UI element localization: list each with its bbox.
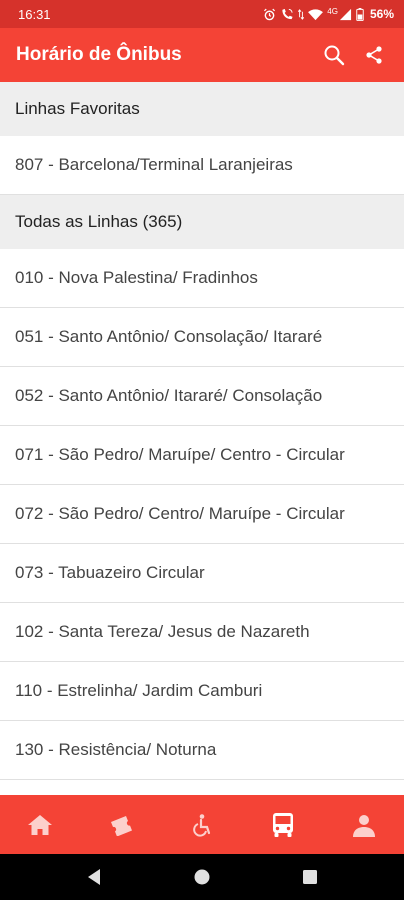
nav-home[interactable] bbox=[10, 795, 70, 854]
status-bar: 16:31 4G 56% bbox=[0, 0, 404, 28]
signal-icon bbox=[339, 8, 352, 20]
wifi-icon bbox=[308, 8, 324, 20]
nav-accessibility[interactable] bbox=[172, 795, 232, 854]
home-circle-icon bbox=[194, 869, 210, 885]
back-button[interactable] bbox=[79, 862, 109, 892]
bus-icon bbox=[272, 812, 293, 837]
line-item[interactable]: 071 - São Pedro/ Maruípe/ Centro - Circu… bbox=[0, 426, 404, 485]
recents-button[interactable] bbox=[295, 862, 325, 892]
line-item[interactable]: 051 - Santo Antônio/ Consolação/ Itararé bbox=[0, 308, 404, 367]
alarm-icon bbox=[264, 8, 276, 20]
person-icon bbox=[352, 814, 375, 837]
line-item[interactable]: 110 - Estrelinha/ Jardim Camburi bbox=[0, 662, 404, 721]
status-time: 16:31 bbox=[18, 6, 51, 22]
app-bar: Horário de Ônibus bbox=[0, 28, 404, 82]
system-navigation-bar bbox=[0, 854, 404, 900]
all-lines-header: Todas as Linhas (365) bbox=[0, 195, 404, 249]
ticket-icon bbox=[111, 815, 133, 836]
nav-bus[interactable] bbox=[253, 795, 313, 854]
line-item[interactable]: 102 - Santa Tereza/ Jesus de Nazareth bbox=[0, 603, 404, 662]
line-item[interactable]: 073 - Tabuazeiro Circular bbox=[0, 544, 404, 603]
battery-icon bbox=[356, 7, 364, 21]
share-icon bbox=[366, 46, 382, 64]
app-title: Horário de Ônibus bbox=[16, 44, 182, 65]
recents-icon bbox=[303, 870, 317, 884]
bottom-navigation bbox=[0, 795, 404, 854]
share-button[interactable] bbox=[354, 35, 394, 75]
battery-level: 56% bbox=[369, 7, 394, 21]
back-icon bbox=[88, 869, 100, 885]
nav-tickets[interactable] bbox=[91, 795, 151, 854]
accessibility-icon bbox=[193, 813, 211, 837]
data-arrows-icon bbox=[298, 8, 305, 20]
line-item[interactable]: 052 - Santo Antônio/ Itararé/ Consolação bbox=[0, 367, 404, 426]
network-type: 4G bbox=[327, 6, 338, 16]
search-button[interactable] bbox=[314, 35, 354, 75]
lines-list[interactable]: Linhas Favoritas 807 - Barcelona/Termina… bbox=[0, 82, 404, 795]
search-icon bbox=[324, 45, 345, 66]
line-item[interactable]: 130 - Resistência/ Noturna bbox=[0, 721, 404, 780]
home-icon bbox=[28, 814, 53, 835]
line-item[interactable]: 010 - Nova Palestina/ Fradinhos bbox=[0, 249, 404, 308]
home-button[interactable] bbox=[187, 862, 217, 892]
nav-profile[interactable] bbox=[334, 795, 394, 854]
wifi-calling-icon bbox=[282, 8, 293, 19]
favorites-header: Linhas Favoritas bbox=[0, 82, 404, 136]
status-icons: 4G 56% bbox=[263, 7, 394, 22]
line-item[interactable]: 072 - São Pedro/ Centro/ Maruípe - Circu… bbox=[0, 485, 404, 544]
favorite-line-item[interactable]: 807 - Barcelona/Terminal Laranjeiras bbox=[0, 136, 404, 195]
